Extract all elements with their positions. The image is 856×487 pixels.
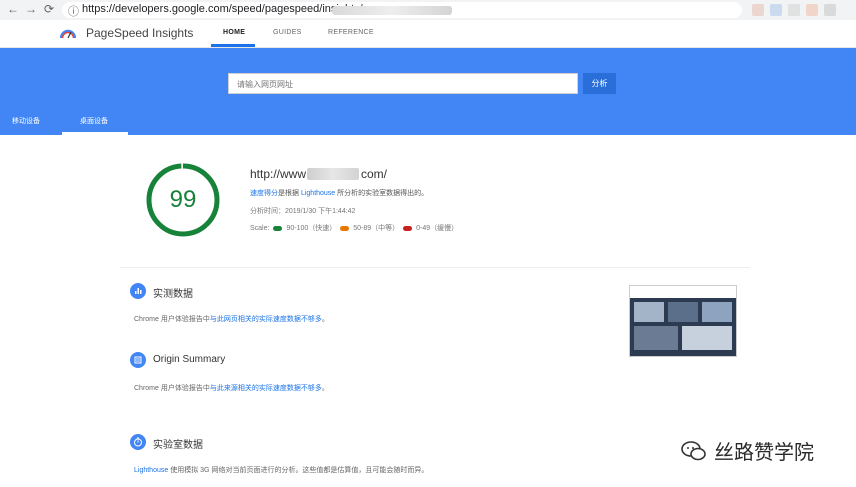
field-data-link[interactable]: 与此网页相关的实际速度数据不够多 xyxy=(210,316,322,323)
field-data-title: 实测数据 xyxy=(153,289,193,300)
analyzed-url-suffix: com/ xyxy=(361,167,388,181)
address-bar[interactable]: ⓘ https://developers.google.com/speed/pa… xyxy=(62,2,742,18)
info-icon[interactable]: ⓘ xyxy=(68,3,79,19)
browser-toolbar: ← → ⟳ ⓘ https://developers.google.com/sp… xyxy=(0,0,856,21)
speed-score-link[interactable]: 速度得分 xyxy=(250,190,278,197)
back-arrow-icon[interactable]: ← xyxy=(6,2,20,16)
lighthouse-link[interactable]: Lighthouse xyxy=(301,190,335,197)
origin-summary-title: Origin Summary xyxy=(153,354,226,365)
field-body-suffix: 。 xyxy=(321,316,329,323)
active-tab-indicator xyxy=(211,44,255,47)
bar-chart-icon xyxy=(130,283,146,299)
analyzed-url-prefix: http://www xyxy=(250,167,307,181)
watermark-text: 丝路赞学院 xyxy=(714,440,814,464)
lab-lighthouse-link[interactable]: Lighthouse xyxy=(134,467,168,474)
field-data-body: Chrome 用户体验报告中与此网页相关的实际速度数据不够多。 xyxy=(134,314,329,324)
list-icon xyxy=(130,352,146,368)
watermark: 丝路赞学院 xyxy=(680,436,814,465)
score-scale: Scale: 90-100（快速） 50-89（中等） 0-49（缓慢） xyxy=(250,223,458,233)
lab-data-body: Lighthouse 使用模拟 3G 网络对当前页面进行的分析。这些值都是估算值… xyxy=(134,465,428,475)
redacted-region xyxy=(332,6,452,15)
scale-slow-label: 0-49（缓慢） xyxy=(416,225,459,232)
pagespeed-logo-icon xyxy=(60,29,76,39)
extension-icon[interactable] xyxy=(788,4,800,16)
extension-icon[interactable] xyxy=(752,4,764,16)
tab-reference[interactable]: REFERENCE xyxy=(328,29,374,36)
reload-icon[interactable]: ⟳ xyxy=(42,2,56,16)
analysis-time: 分析时间：2019/1/30 下午1:44:42 xyxy=(250,208,356,215)
origin-data-link[interactable]: 与此来源相关的实际速度数据不够多 xyxy=(210,385,322,392)
scale-fast-swatch xyxy=(273,225,283,231)
score-description: 速度得分是根据 Lighthouse 所分析的实验室数据得出的。 xyxy=(250,188,428,198)
url-search-box[interactable] xyxy=(228,73,593,94)
extension-icon[interactable] xyxy=(824,4,836,16)
origin-summary-body: Chrome 用户体验报告中与此来源相关的实际速度数据不够多。 xyxy=(134,383,329,393)
scale-slow-swatch xyxy=(403,225,413,231)
section-divider xyxy=(120,267,750,268)
score-value: 99 xyxy=(169,186,197,213)
app-header: PageSpeed Insights HOME GUIDES REFERENCE xyxy=(0,20,856,48)
lab-body-rest: 使用模拟 3G 网络对当前页面进行的分析。这些值都是估算值，且可能会随时而异。 xyxy=(168,467,429,474)
tab-mobile[interactable]: 移动设备 xyxy=(12,116,40,126)
page-screenshot-thumbnail xyxy=(629,285,737,357)
scale-fast-label: 90-100（快速） xyxy=(286,225,337,232)
desc-tail-text: 所分析的实验室数据得出的。 xyxy=(337,190,429,197)
scale-average-swatch xyxy=(340,225,350,231)
address-url[interactable]: https://developers.google.com/speed/page… xyxy=(82,3,363,15)
desc-mid-text: 是根据 xyxy=(278,190,299,197)
scale-average-label: 50-89（中等） xyxy=(353,225,400,232)
field-body-prefix: Chrome 用户体验报告中 xyxy=(134,316,210,323)
url-input[interactable] xyxy=(229,75,593,94)
lab-data-title: 实验室数据 xyxy=(153,440,203,451)
tab-desktop[interactable]: 桌面设备 xyxy=(80,116,108,126)
device-tab-indicator xyxy=(62,132,128,135)
brand-title: PageSpeed Insights xyxy=(86,26,194,40)
forward-arrow-icon[interactable]: → xyxy=(24,2,38,16)
tab-guides[interactable]: GUIDES xyxy=(273,29,302,36)
origin-body-prefix: Chrome 用户体验报告中 xyxy=(134,385,210,392)
extension-icon[interactable] xyxy=(806,4,818,16)
scale-label: Scale: xyxy=(250,224,270,232)
origin-body-suffix: 。 xyxy=(321,385,329,392)
stopwatch-icon xyxy=(130,434,146,450)
redacted-domain xyxy=(307,168,359,180)
analyze-button[interactable]: 分析 xyxy=(583,73,616,94)
tab-home[interactable]: HOME xyxy=(223,29,245,36)
wechat-icon xyxy=(681,440,706,460)
extension-icon[interactable] xyxy=(770,4,782,16)
